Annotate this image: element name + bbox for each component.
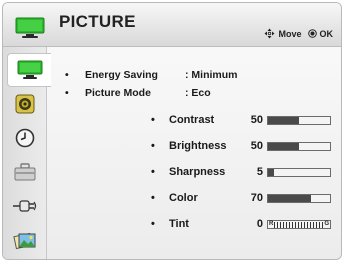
- bullet: •: [151, 192, 155, 204]
- sidebar-item-picture[interactable]: [7, 53, 51, 87]
- info-energy-saving[interactable]: • Energy Saving : Minimum: [65, 69, 295, 83]
- brightness-slider-fill: [268, 143, 299, 150]
- sidebar-item-photos[interactable]: [3, 223, 47, 257]
- tint-scale: [274, 221, 324, 228]
- bullet: •: [65, 87, 69, 99]
- picture-menu-window: PICTURE Move OK • Energy Saving: Minimu…: [2, 2, 342, 260]
- ok-hint-label: OK: [319, 28, 334, 39]
- setting-brightness[interactable]: • Brightness 50: [51, 140, 341, 154]
- sidebar-item-time[interactable]: [3, 121, 47, 155]
- sidebar-item-audio[interactable]: [3, 87, 47, 121]
- contrast-value: 50: [250, 114, 263, 126]
- tint-label: Tint: [169, 218, 189, 230]
- picture-mode-value: : Eco: [185, 87, 211, 99]
- color-label: Color: [169, 192, 198, 204]
- audio-speaker-icon: [15, 94, 35, 114]
- menu-header: PICTURE Move OK: [3, 3, 341, 47]
- setting-contrast[interactable]: • Contrast 50: [51, 114, 341, 128]
- color-value: 70: [250, 192, 263, 204]
- info-picture-mode[interactable]: • Picture Mode : Eco: [65, 87, 295, 101]
- bullet: •: [151, 140, 155, 152]
- brightness-slider[interactable]: [267, 142, 331, 151]
- picture-mode-label: Picture Mode: [85, 87, 151, 99]
- setting-color[interactable]: • Color 70: [51, 192, 341, 206]
- color-slider-fill: [268, 195, 312, 202]
- tint-green-mark: G: [324, 221, 329, 227]
- sidebar-item-setup[interactable]: [3, 155, 47, 189]
- tint-slider[interactable]: R G: [267, 220, 331, 229]
- navigation-hint: Move OK: [264, 28, 333, 39]
- energy-saving-value: : Minimum: [185, 69, 238, 81]
- sharpness-label: Sharpness: [169, 166, 226, 178]
- sidebar-item-input[interactable]: [3, 189, 47, 223]
- contrast-label: Contrast: [169, 114, 215, 126]
- brightness-label: Brightness: [169, 140, 227, 152]
- input-plug-icon: [13, 200, 37, 212]
- setting-tint[interactable]: • Tint 0 R G: [51, 218, 341, 232]
- move-arrows-icon: [264, 28, 275, 39]
- energy-saving-label: Energy Saving: [85, 69, 158, 81]
- contrast-slider[interactable]: [267, 116, 331, 125]
- ok-dot-icon: [307, 29, 317, 38]
- sharpness-slider-fill: [268, 169, 275, 176]
- page-title: PICTURE: [59, 12, 136, 31]
- contrast-slider-fill: [268, 117, 299, 124]
- bullet: •: [65, 69, 69, 81]
- photos-icon: [13, 232, 36, 250]
- category-sidebar: [3, 47, 51, 259]
- sharpness-value: 5: [256, 166, 263, 178]
- sharpness-slider[interactable]: [267, 168, 331, 177]
- picture-settings-panel: • Energy Saving : Minimum • Picture Mode…: [51, 47, 341, 259]
- setup-toolbox-icon: [14, 163, 36, 181]
- tint-value: 0: [256, 218, 263, 230]
- tv-icon: [15, 17, 45, 38]
- color-slider[interactable]: [267, 194, 331, 203]
- brightness-value: 50: [250, 140, 263, 152]
- picture-tv-icon: [17, 60, 42, 79]
- tint-red-mark: R: [269, 221, 274, 227]
- move-hint-label: Move: [278, 28, 302, 39]
- setting-sharpness[interactable]: • Sharpness 5: [51, 166, 341, 180]
- bullet: •: [151, 114, 155, 126]
- time-clock-icon: [15, 128, 35, 148]
- bullet: •: [151, 166, 155, 178]
- bullet: •: [151, 218, 155, 230]
